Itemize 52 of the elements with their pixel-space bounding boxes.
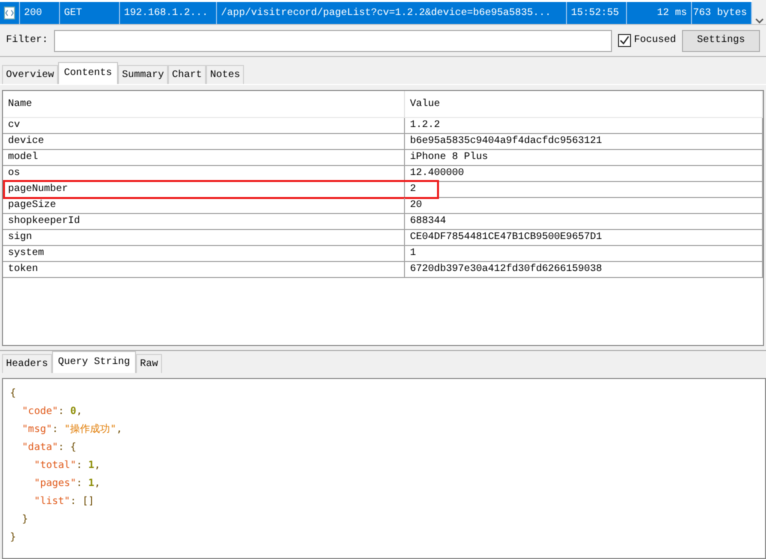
tab[interactable]: Notes: [206, 65, 244, 84]
table-cell: pageSize: [3, 198, 405, 214]
table-cell: cv: [3, 118, 405, 134]
code-line: "pages": 1,: [33, 477, 102, 491]
table-cell: os: [3, 166, 405, 182]
tab[interactable]: Query String: [52, 351, 136, 373]
code-line: "code": 0,: [21, 405, 84, 419]
table-cell: sign: [3, 230, 405, 246]
code-line: "total": 1,: [33, 459, 102, 473]
code-line: "data": {: [21, 441, 78, 455]
status-cell: 200: [20, 2, 60, 24]
url-cell: /app/visitrecord/pageList?cv=1.2.2&device=b6e95a5835...: [217, 2, 567, 24]
table-cell: 1.2.2: [405, 118, 763, 134]
time-cell: 15:52:55: [567, 2, 627, 24]
table-cell: 20: [405, 198, 763, 214]
column-header[interactable]: Value: [405, 91, 763, 118]
table-cell: 6720db397e30a412fd30fd6266159038: [405, 262, 763, 278]
filter-label: Filter:: [6, 35, 48, 46]
table-cell: b6e95a5835c9404a9f4dacfdc9563121: [405, 134, 763, 150]
code-line: "msg": "操作成功",: [21, 422, 124, 437]
tab[interactable]: Summary: [118, 65, 168, 84]
code-line: }: [10, 531, 18, 545]
table-cell: shopkeeperId: [3, 214, 405, 230]
tab[interactable]: Contents: [58, 62, 118, 84]
table-cell: 1: [405, 246, 763, 262]
host-cell: 192.168.1.2...: [120, 2, 217, 24]
focused-label: Focused: [634, 35, 676, 46]
table-cell: device: [3, 134, 405, 150]
tab[interactable]: Raw: [136, 354, 162, 373]
table-cell: pageNumber: [3, 182, 405, 198]
duration-cell: 12 ms: [627, 2, 692, 24]
table-cell: 2: [405, 182, 763, 198]
document-icon: [4, 6, 15, 20]
table-cell: 12.400000: [405, 166, 763, 182]
code-line: {: [10, 387, 18, 401]
tab[interactable]: Headers: [2, 354, 52, 373]
table-cell: iPhone 8 Plus: [405, 150, 763, 166]
table-cell: model: [3, 150, 405, 166]
scroll-down-icon[interactable]: [754, 18, 764, 24]
table-cell: system: [3, 246, 405, 262]
settings-button[interactable]: Settings: [682, 30, 760, 52]
column-header[interactable]: Name: [3, 91, 405, 118]
filter-field[interactable]: [54, 30, 612, 52]
tab[interactable]: Overview: [2, 65, 58, 84]
code-line: }: [21, 513, 30, 527]
method-cell: GET: [60, 2, 120, 24]
code-line: "list": []: [33, 495, 96, 509]
table-cell: CE04DF7854481CE47B1CB9500E9657D1: [405, 230, 763, 246]
table-cell: 688344: [405, 214, 763, 230]
table-cell: token: [3, 262, 405, 278]
focused-checkbox[interactable]: [618, 34, 631, 47]
tab[interactable]: Chart: [168, 65, 206, 84]
